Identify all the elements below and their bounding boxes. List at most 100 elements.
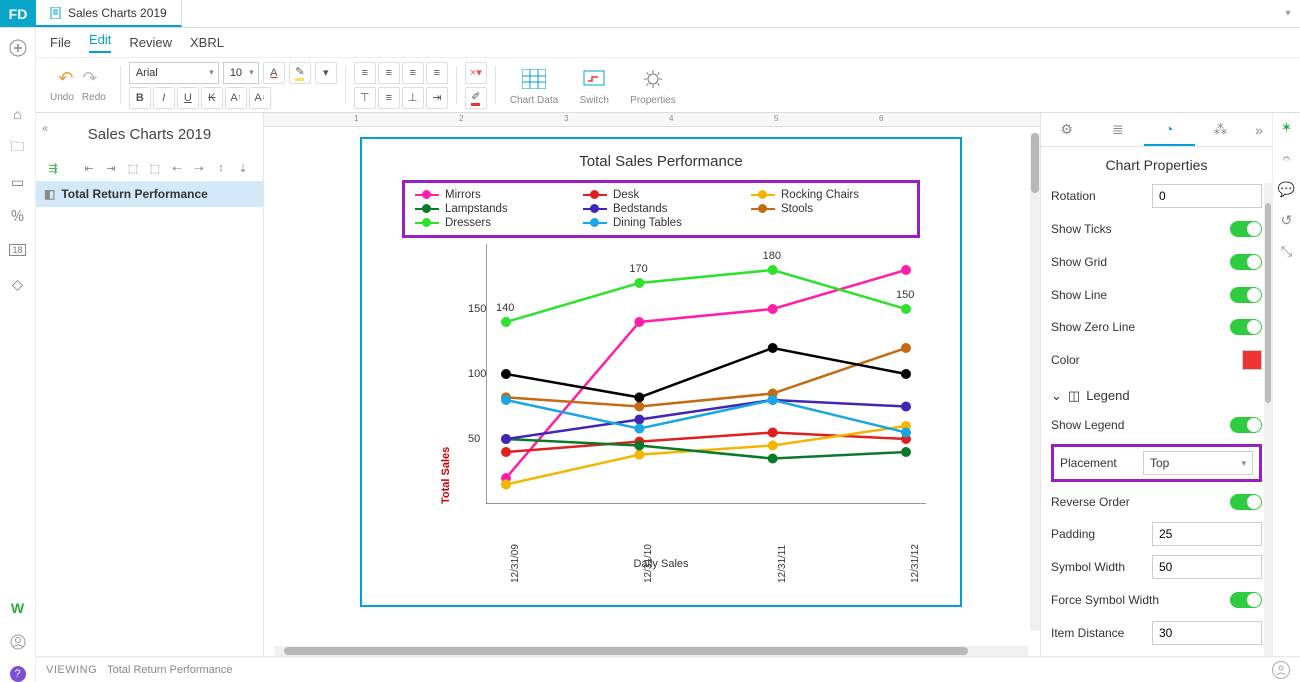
properties-button[interactable] [637,65,669,93]
calendar-icon[interactable]: 18 [8,240,28,260]
canvas[interactable]: Total Sales Performance MirrorsDeskRocki… [264,127,1040,656]
collapse-right-icon[interactable]: ⤡ [1281,243,1292,260]
history-icon[interactable]: ↺ [1281,212,1293,229]
placement-select[interactable]: Top [1143,451,1253,475]
font-color-button[interactable]: A [263,62,285,84]
superscript-button[interactable]: A↑ [225,87,247,109]
color-swatch[interactable] [1242,350,1262,370]
gear-icon[interactable]: ✶ [1281,119,1293,136]
outline-up-icon[interactable]: ↕ [212,159,230,177]
outline-tree-icon[interactable]: ⇶ [44,159,62,177]
strike-button[interactable]: K [201,87,223,109]
menu-file[interactable]: File [50,35,71,50]
force-symbol-width-toggle[interactable] [1230,592,1262,608]
show-legend-toggle[interactable] [1230,417,1262,433]
shield-icon[interactable]: ◇ [8,274,28,294]
props-tab-chart[interactable]: ◔ [1144,113,1195,146]
horizontal-scrollbar[interactable] [274,646,1028,656]
folder-icon[interactable]: 🗀 [8,138,28,158]
valign-top-button[interactable]: ⊤ [354,87,376,109]
show-zero-toggle[interactable] [1230,319,1262,335]
switch-button[interactable] [578,65,610,93]
y-axis-title: Total Sales [440,447,452,504]
legend-label: Mirrors [445,189,481,201]
subscript-button[interactable]: A↓ [249,87,271,109]
undo-button[interactable]: ↶ [55,68,77,90]
chart-object[interactable]: Total Sales Performance MirrorsDeskRocki… [360,137,962,607]
chart-data-button[interactable] [518,65,550,93]
style-dropdown[interactable]: ▾ [315,62,337,84]
outline-add-above-icon[interactable]: ⬚ [124,159,142,177]
align-center-button[interactable]: ≡ [378,62,400,84]
props-tab-2[interactable]: ≣ [1092,113,1143,146]
chart-title: Total Sales Performance [362,139,960,176]
collapse-outline-button[interactable]: « [42,123,48,135]
menu-xbrl[interactable]: XBRL [190,35,224,50]
font-size-select[interactable]: 10 [223,62,259,84]
document-tab[interactable]: Sales Charts 2019 [36,0,182,27]
show-ticks-toggle[interactable] [1230,221,1262,237]
outline-outdent-icon[interactable]: ⇤ [80,159,98,177]
redo-button[interactable]: ↷ [79,68,101,90]
rotation-input[interactable] [1152,184,1262,208]
padding-input[interactable] [1152,522,1262,546]
outline-down-icon[interactable]: ⇣ [234,159,252,177]
status-user-icon[interactable] [1272,661,1290,679]
legend-section-header[interactable]: ⌄◫Legend [1051,380,1262,406]
x-tick: 12/31/11 [777,545,788,583]
app-logo[interactable]: FD [0,0,36,27]
props-tab-4[interactable]: ⁂ [1195,113,1246,146]
percent-icon[interactable]: ％ [8,206,28,226]
switch-label: Switch [579,95,608,106]
font-select[interactable]: Arial [129,62,219,84]
legend-item: Mirrors [415,189,571,201]
align-justify-button[interactable]: ≡ [426,62,448,84]
w-logo-icon[interactable]: W [8,598,28,618]
legend-swatch [751,194,775,196]
brush-button[interactable]: ✐ [465,87,487,109]
italic-button[interactable]: I [153,87,175,109]
x-tick: 12/31/09 [510,544,521,583]
home-icon[interactable]: ⌂ [8,104,28,124]
link-icon[interactable]: 𝄐 [1283,150,1291,167]
reverse-order-toggle[interactable] [1230,494,1262,510]
props-tab-1[interactable]: ⚙ [1041,113,1092,146]
properties-scrollbar[interactable] [1264,183,1272,656]
outline-add-below-icon[interactable]: ⬚ [146,159,164,177]
menu-edit[interactable]: Edit [89,32,111,53]
outline-item[interactable]: ◧ Total Return Performance [36,181,263,207]
vertical-scrollbar[interactable] [1030,133,1040,631]
outline-item-label: Total Return Performance [61,187,207,201]
user-profile-icon[interactable] [8,632,28,652]
legend-item: Dressers [415,217,571,229]
underline-button[interactable]: U [177,87,199,109]
menu-review[interactable]: Review [129,35,172,50]
color-label: Color [1051,353,1080,367]
tab-bar: FD Sales Charts 2019 ▾ [0,0,1300,28]
archive-icon[interactable]: ▭ [8,172,28,192]
valign-bottom-button[interactable]: ⊥ [402,87,424,109]
x-tick: 12/31/12 [910,544,921,583]
comment-icon[interactable]: 💬 [1278,181,1295,198]
bold-button[interactable]: B [129,87,151,109]
align-left-button[interactable]: ≡ [354,62,376,84]
legend-label: Bedstands [613,203,667,215]
status-bar: VIEWING Total Return Performance [36,656,1300,682]
symbol-width-input[interactable] [1152,555,1262,579]
clear-format-button[interactable]: ×▾ [465,62,487,84]
outline-indent-icon[interactable]: ⇥ [102,159,120,177]
legend-item: Stools [751,203,907,215]
align-right-button[interactable]: ≡ [402,62,424,84]
outline-right-icon[interactable]: ⇢ [190,159,208,177]
valign-mid-button[interactable]: ≡ [378,87,400,109]
indent-button[interactable]: ⇥ [426,87,448,109]
highlight-button[interactable]: ✎ [289,62,311,84]
show-grid-toggle[interactable] [1230,254,1262,270]
props-expand-button[interactable]: » [1246,113,1272,146]
add-icon[interactable] [8,38,28,58]
show-line-toggle[interactable] [1230,287,1262,303]
outline-left-icon[interactable]: ⇠ [168,159,186,177]
help-icon[interactable]: ? [10,666,26,682]
tab-menu-button[interactable]: ▾ [1276,0,1300,27]
item-distance-input[interactable] [1152,621,1262,645]
